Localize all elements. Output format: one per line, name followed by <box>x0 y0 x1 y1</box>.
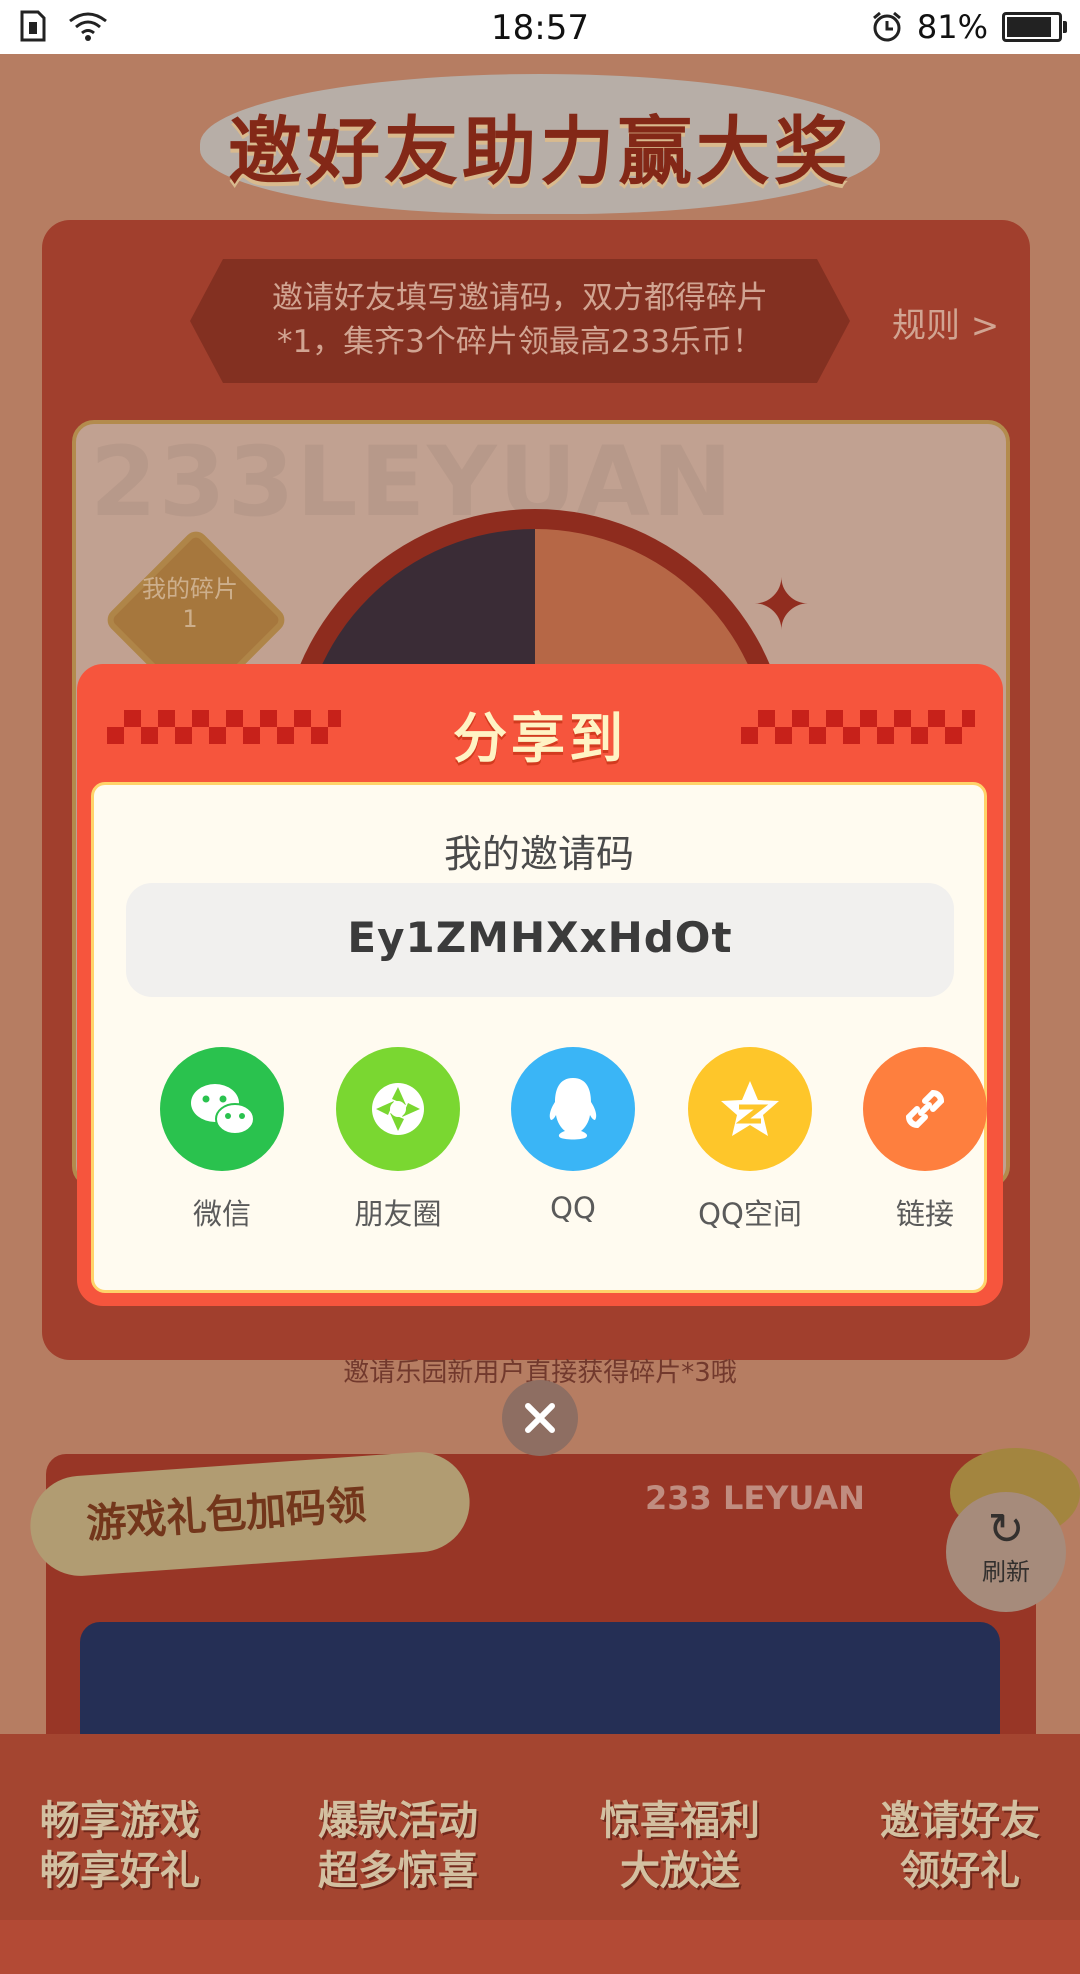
dialog-body: 我的邀请码 Ey1ZMHXxHdOt 微信 朋友圈 QQ QQ空间 链接 <box>91 782 987 1293</box>
alarm-icon <box>872 11 901 42</box>
invite-code-box[interactable]: Ey1ZMHXxHdOt <box>126 883 954 997</box>
status-bar: 18:57 81% <box>0 0 1080 54</box>
battery-level <box>1007 17 1051 37</box>
share-targets: 微信 朋友圈 QQ QQ空间 链接 <box>94 1047 987 1247</box>
share-wechat-button[interactable]: 微信 <box>137 1047 307 1233</box>
qq-icon <box>511 1047 635 1171</box>
share-link-button[interactable]: 链接 <box>840 1047 1010 1233</box>
share-label: 朋友圈 <box>354 1197 442 1231</box>
share-label: QQ空间 <box>698 1197 802 1231</box>
battery-icon <box>1002 12 1067 42</box>
share-qq-button[interactable]: QQ <box>488 1047 658 1225</box>
dialog-title: 分享到 <box>453 707 627 770</box>
share-dialog: 分享到 我的邀请码 Ey1ZMHXxHdOt 微信 朋友圈 QQ QQ空间 链接 <box>77 664 1003 1306</box>
share-qzone-button[interactable]: QQ空间 <box>665 1047 835 1233</box>
battery-percent: 81% <box>916 8 988 46</box>
invite-code-label: 我的邀请码 <box>443 832 634 876</box>
link-icon <box>863 1047 987 1171</box>
qzone-icon <box>688 1047 812 1171</box>
share-moments-button[interactable]: 朋友圈 <box>313 1047 483 1233</box>
wechat-icon <box>160 1047 284 1171</box>
invite-code: Ey1ZMHXxHdOt <box>347 913 733 962</box>
close-icon <box>525 1403 555 1433</box>
share-label: 微信 <box>192 1197 251 1231</box>
share-label: 链接 <box>895 1197 954 1231</box>
moments-icon <box>336 1047 460 1171</box>
close-button[interactable] <box>502 1380 578 1456</box>
share-label: QQ <box>550 1191 596 1225</box>
